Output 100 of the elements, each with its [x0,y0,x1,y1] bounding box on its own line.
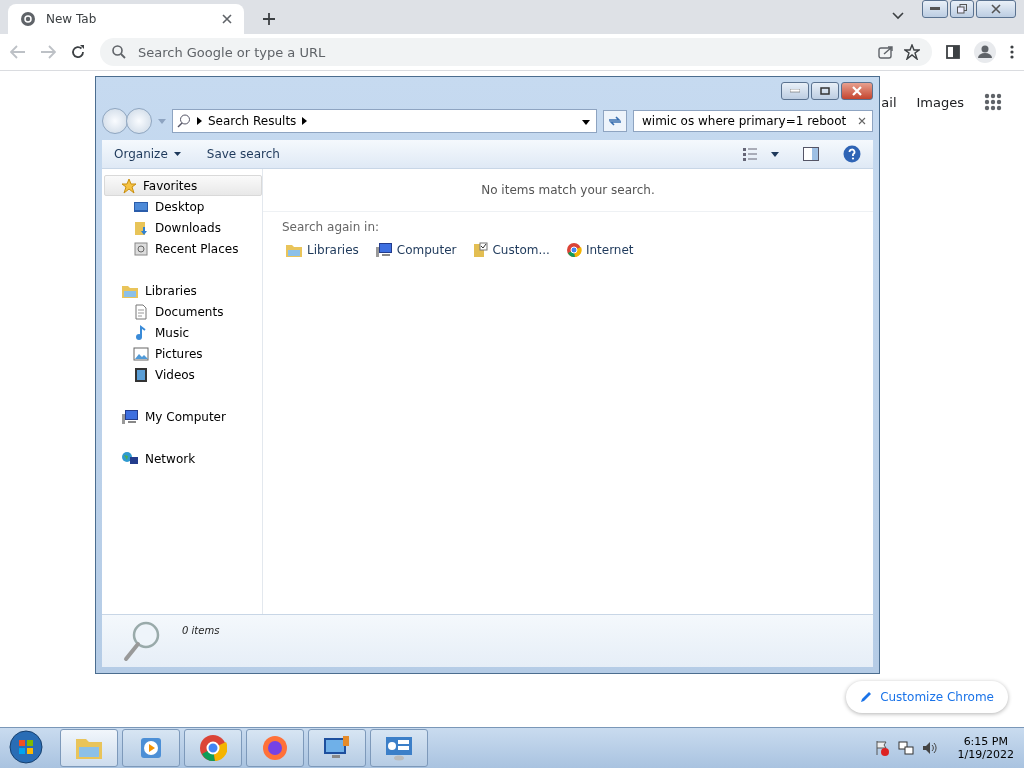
close-window-button[interactable] [841,82,873,100]
nav-item[interactable]: Downloads [104,217,262,238]
control-panel-icon [384,734,414,762]
item-count: 0 items [182,625,220,636]
nav-item[interactable]: My Computer [104,406,262,427]
caret-right-icon [302,117,308,125]
address-bar[interactable]: Search Results [172,109,597,133]
network-tray-icon [897,740,914,756]
plus-icon [262,12,276,26]
breadcrumb-item[interactable]: Search Results [208,114,297,128]
reload-button[interactable] [70,44,86,60]
side-panel-button[interactable] [946,45,960,59]
profile-button[interactable] [974,41,996,63]
command-button[interactable]: Save search [206,147,280,161]
details-view-icon [743,147,757,161]
close-icon [852,86,862,96]
nav-item[interactable]: Libraries [104,280,262,301]
share-icon [878,45,894,59]
share-button[interactable] [878,45,894,59]
taskbar-button[interactable] [60,729,118,767]
nav-item[interactable]: Documents [104,301,262,322]
taskbar-button[interactable] [308,729,366,767]
nav-item[interactable]: Pictures [104,343,262,364]
action-center-icon [873,740,890,756]
nav-item[interactable]: Videos [104,364,262,385]
document-icon [133,303,149,320]
dropdown-arrow-icon [158,118,166,124]
apps-grid-icon [984,93,1002,111]
preview-pane-button[interactable] [803,147,819,161]
restore-button[interactable] [950,0,974,18]
views-dropdown-button[interactable] [771,151,779,157]
new-tab-button[interactable] [262,12,276,26]
pencil-icon [860,691,873,703]
search-location-button[interactable]: Computer [372,240,459,260]
maximize-button[interactable] [811,82,839,100]
nav-item[interactable]: Recent Places [104,238,262,259]
taskbar-button[interactable] [246,729,304,767]
menu-icon [1010,45,1014,59]
bookmark-button[interactable] [904,44,920,60]
dropdown-arrow-icon [582,120,590,125]
address-bar[interactable]: Search Google or type a URL [100,38,932,66]
start-button[interactable] [6,729,46,767]
search-location-button[interactable]: Libraries [283,240,361,260]
tab-title: New Tab [46,12,98,26]
search-field[interactable]: wimic os where primary=1 reboot [633,110,873,132]
minimize-button[interactable] [922,0,948,18]
downloads-icon [133,219,149,236]
chevron-down-icon [892,12,904,20]
media-player-icon [138,735,164,761]
search-location-button[interactable]: Internet [563,240,636,260]
help-icon [843,145,861,163]
pictures-icon [133,345,149,362]
search-icon [112,45,126,59]
minimize-button[interactable] [781,82,809,100]
arrow-left-icon [10,45,26,59]
nav-item[interactable]: Desktop [104,196,262,217]
help-button[interactable] [843,145,861,163]
taskbar-button[interactable] [184,729,242,767]
minimize-icon [930,7,940,11]
search-location-button[interactable]: Custom... [470,240,552,260]
taskbar-button[interactable] [122,729,180,767]
taskbar-button[interactable] [370,729,428,767]
computer-icon [121,408,139,425]
header-link[interactable]: Images [916,94,964,110]
computer-icon [374,242,393,258]
refresh-button[interactable] [603,110,627,132]
search-again-label: Search again in: [282,220,381,234]
menu-button[interactable] [1010,45,1014,59]
search-icon [177,114,191,128]
header-link[interactable]: ail [881,94,897,110]
close-icon [222,14,232,24]
start-orb-icon [9,729,43,764]
close-tab-button[interactable] [222,14,232,24]
nav-item[interactable]: Network [104,448,262,469]
maximize-icon [820,87,830,95]
film-icon [133,366,149,383]
recent-places-icon [133,240,149,257]
folder-check-icon [472,242,489,258]
tab-search-button[interactable] [892,12,904,20]
browser-tab[interactable]: New Tab [8,4,244,34]
nav-item[interactable]: Favorites [104,175,262,196]
avatar-icon [974,41,996,63]
nav-item[interactable]: Music [104,322,262,343]
views-button[interactable] [743,147,757,161]
close-icon [991,4,1001,14]
star-icon [121,177,137,194]
restore-icon [957,4,967,14]
command-button[interactable]: Organize [114,147,181,161]
customize-chrome-button[interactable]: Customize Chrome [846,681,1008,713]
apps-button[interactable] [984,93,1002,111]
clock-date: 1/19/2022 [957,748,1014,761]
empty-message: No items match your search. [481,183,655,197]
refresh-icon [607,115,623,127]
library-folder-icon [285,242,303,258]
caret-right-icon [197,117,202,125]
close-window-button[interactable] [976,0,1016,18]
arrow-right-icon [40,45,56,59]
speaker-icon [921,740,938,756]
magnifier-icon [122,619,162,663]
reload-icon [70,44,86,60]
